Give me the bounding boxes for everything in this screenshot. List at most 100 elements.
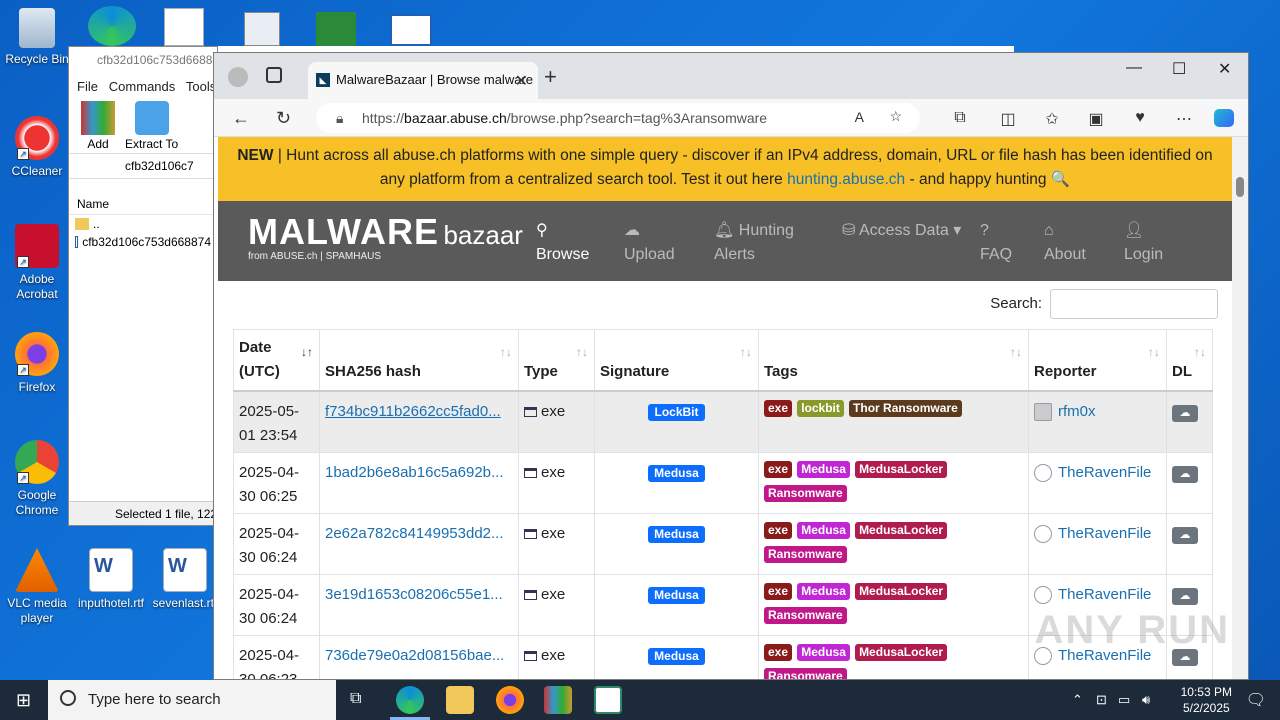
tab-actions-icon[interactable] [266,67,282,83]
notifications-icon[interactable]: 🗨︎ [1246,690,1266,710]
back-icon[interactable]: ← [232,108,250,129]
signature-badge[interactable]: LockBit [648,404,705,421]
nav-upload[interactable]: ☁ Upload [624,219,675,267]
col-tags[interactable]: Tags ↑↓ [758,329,1029,392]
more-menu-icon[interactable]: ⋯ [1174,109,1194,128]
wifi-icon[interactable]: ▭ [1118,692,1130,708]
winrar-window[interactable]: cfb32d106c753d66887 File Commands Tools … [68,46,218,526]
tag-badge[interactable]: Medusa [797,461,850,478]
tag-badge[interactable]: Ransomware [764,546,847,563]
image-desktop-icon[interactable] [244,12,280,46]
taskbar-search[interactable]: Type here to search [48,680,336,720]
tag-badge[interactable]: exe [764,644,793,661]
tag-badge[interactable]: MedusaLocker [855,461,948,478]
tag-badge[interactable]: Ransomware [764,485,847,502]
google-chrome-icon[interactable]: ↗ Google Chrome [0,440,74,518]
refresh-icon[interactable]: ↻ [276,108,291,129]
download-icon[interactable]: ☁ [1172,405,1198,422]
tag-badge[interactable]: exe [764,400,793,417]
nav-hunting-alerts[interactable]: 🔔︎ Hunting Alerts [714,219,794,267]
search-input[interactable] [1050,289,1218,319]
hash-link[interactable]: 3e19d1653c08206c55e1... [325,586,503,603]
circuit-desktop-icon[interactable] [316,12,356,46]
app-taskbar-icon[interactable] [594,686,622,714]
reporter-link[interactable]: TheRavenFile [1058,525,1151,542]
download-icon[interactable]: ☁ [1172,466,1198,483]
signature-badge[interactable]: Medusa [648,648,705,665]
tag-badge[interactable]: MedusaLocker [855,644,948,661]
read-aloud-icon[interactable]: A [855,109,864,125]
window-desktop-icon[interactable] [390,14,432,46]
hash-link[interactable]: 2e62a782c84149953dd2... [325,525,504,542]
network-icon[interactable]: ⊡ [1096,692,1107,708]
nav-browse[interactable]: ⚲ Browse [536,219,589,267]
vlc-icon[interactable]: VLC media player [0,548,74,626]
col-dl[interactable]: DL ↑↓ [1166,329,1213,392]
system-clock[interactable]: 10:53 PM 5/2/2025 [1181,684,1232,716]
close-window-icon[interactable]: ✕ [1218,59,1231,79]
browser-essentials-icon[interactable]: ♥ [1130,109,1150,127]
signature-badge[interactable]: Medusa [648,587,705,604]
split-screen-icon[interactable]: ◫ [998,109,1018,128]
reporter-link[interactable]: TheRavenFile [1058,586,1151,603]
extract-to-button[interactable]: Extract To [125,101,178,151]
new-tab-icon[interactable]: + [544,64,557,90]
edge-desktop-icon[interactable] [88,6,136,46]
signature-badge[interactable]: Medusa [648,465,705,482]
sevenlast-rtf-icon[interactable]: W sevenlast.rtf [148,548,222,611]
winrar-taskbar-icon[interactable] [544,686,572,714]
copilot-icon[interactable] [1214,109,1234,127]
chevron-up-icon[interactable]: ⌃ [1072,692,1083,708]
tag-badge[interactable]: Medusa [797,583,850,600]
favorites-icon[interactable]: ✩ [1042,109,1062,128]
ccleaner-icon[interactable]: ↗ CCleaner [0,116,74,179]
col-sha256[interactable]: SHA256 hash ↑↓ [319,329,519,392]
volume-icon[interactable]: 🔊︎ [1142,692,1150,708]
close-tab-icon[interactable]: ✕ [515,71,528,91]
menu-tools[interactable]: Tools [186,79,216,94]
download-icon[interactable]: ☁ [1172,588,1198,605]
edge-browser-window[interactable]: ◣ MalwareBazaar | Browse malware ✕ + — ☐… [213,52,1249,680]
firefox-taskbar-icon[interactable] [496,686,524,714]
download-icon[interactable]: ☁ [1172,527,1198,544]
favorite-star-icon[interactable]: ☆ [889,108,902,125]
list-item[interactable]: cfb32d106c753d668874 [69,233,217,251]
maximize-icon[interactable]: ☐ [1172,59,1186,79]
tag-badge[interactable]: Medusa [797,522,850,539]
winrar-address-bar[interactable]: cfb32d106c7 [69,153,217,179]
hunting-link[interactable]: hunting.abuse.ch [787,171,905,188]
menu-commands[interactable]: Commands [109,79,175,94]
adobe-acrobat-icon[interactable]: ↗ Adobe Acrobat [0,224,74,302]
list-item[interactable]: .. [69,215,217,233]
tag-badge[interactable]: exe [764,583,793,600]
malwarebazaar-logo[interactable]: MALWARE bazaar from ABUSE.ch | SPAMHAUS [248,211,523,262]
url-input[interactable]: 🔒︎ https://bazaar.abuse.ch/browse.php?se… [316,103,920,133]
reporter-link[interactable]: rfm0x [1058,403,1096,420]
col-type[interactable]: Type ↑↓ [518,329,595,392]
inputhotel-rtf-icon[interactable]: W inputhotel.rtf [74,548,148,611]
windows-start-icon[interactable]: ⊞ [16,690,31,711]
word-desktop-icon[interactable] [164,8,204,46]
firefox-icon[interactable]: ↗ Firefox [0,332,74,395]
nav-access-data[interactable]: ⛁ Access Data ▾ [842,219,961,243]
table-row[interactable]: 2025-05- 01 23:54 f734bc911b2662cc5fad0..… [233,390,1213,453]
edge-taskbar-icon[interactable] [396,686,424,714]
reporter-link[interactable]: TheRavenFile [1058,464,1151,481]
table-row[interactable]: 2025-04- 30 06:25 1bad2b6e8ab16c5a692b...… [233,452,1213,514]
col-date[interactable]: Date (UTC) ↓↑ [233,329,320,392]
col-signature[interactable]: Signature ↑↓ [594,329,759,392]
tag-badge[interactable]: Ransomware [764,607,847,624]
recycle-bin-icon[interactable]: Recycle Bin [0,8,74,67]
tag-badge[interactable]: exe [764,461,793,478]
menu-file[interactable]: File [77,79,98,94]
tag-badge[interactable]: exe [764,522,793,539]
collections-icon[interactable]: ▣ [1086,109,1106,128]
scrollbar-thumb[interactable] [1236,177,1244,197]
col-reporter[interactable]: Reporter ↑↓ [1028,329,1167,392]
tag-badge[interactable]: Thor Ransomware [849,400,962,417]
extensions-icon[interactable]: ⧉ [950,109,970,127]
file-explorer-icon[interactable] [446,686,474,714]
hash-link[interactable]: 736de79e0a2d08156bae... [325,647,504,664]
signature-badge[interactable]: Medusa [648,526,705,543]
tag-badge[interactable]: MedusaLocker [855,522,948,539]
